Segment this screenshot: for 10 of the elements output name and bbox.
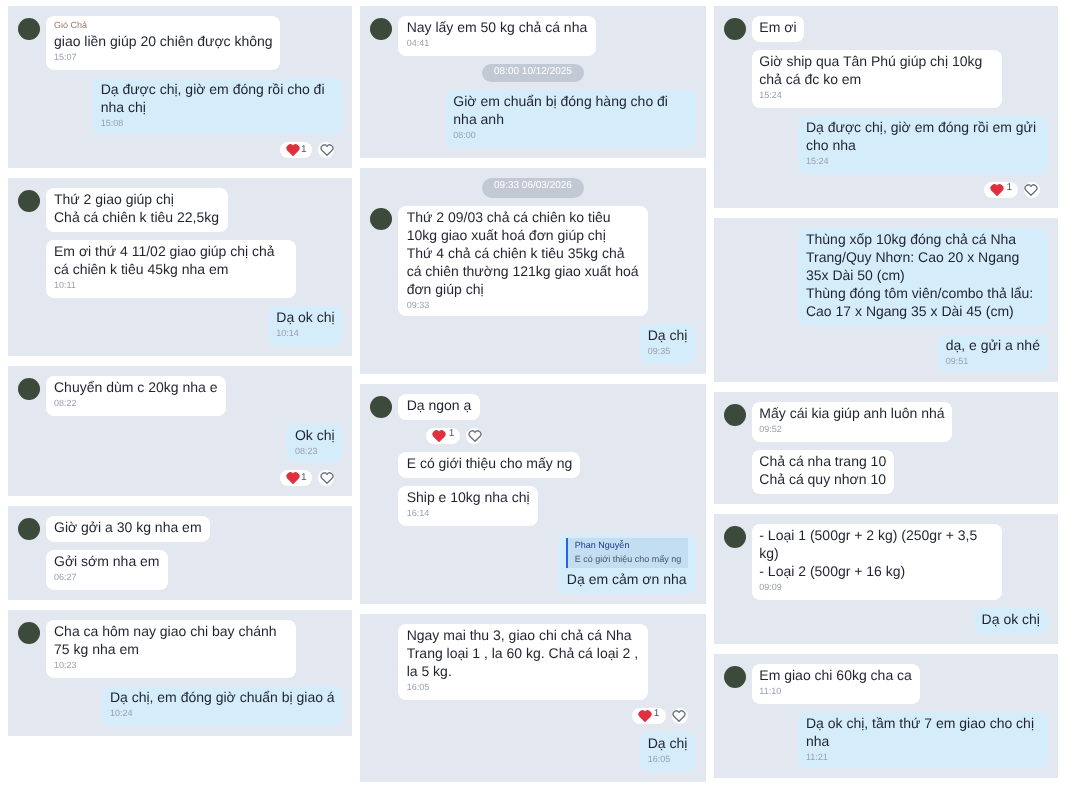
react-button[interactable] bbox=[318, 142, 335, 159]
react-button[interactable] bbox=[318, 470, 335, 487]
heart-icon bbox=[637, 710, 652, 722]
heart-icon bbox=[432, 430, 447, 442]
heart-icon bbox=[285, 472, 300, 485]
react-button[interactable] bbox=[671, 708, 688, 724]
heart-icon bbox=[285, 144, 300, 157]
heart-icon bbox=[990, 183, 1005, 195]
react-button[interactable] bbox=[466, 428, 483, 444]
react-button[interactable] bbox=[1023, 181, 1040, 197]
